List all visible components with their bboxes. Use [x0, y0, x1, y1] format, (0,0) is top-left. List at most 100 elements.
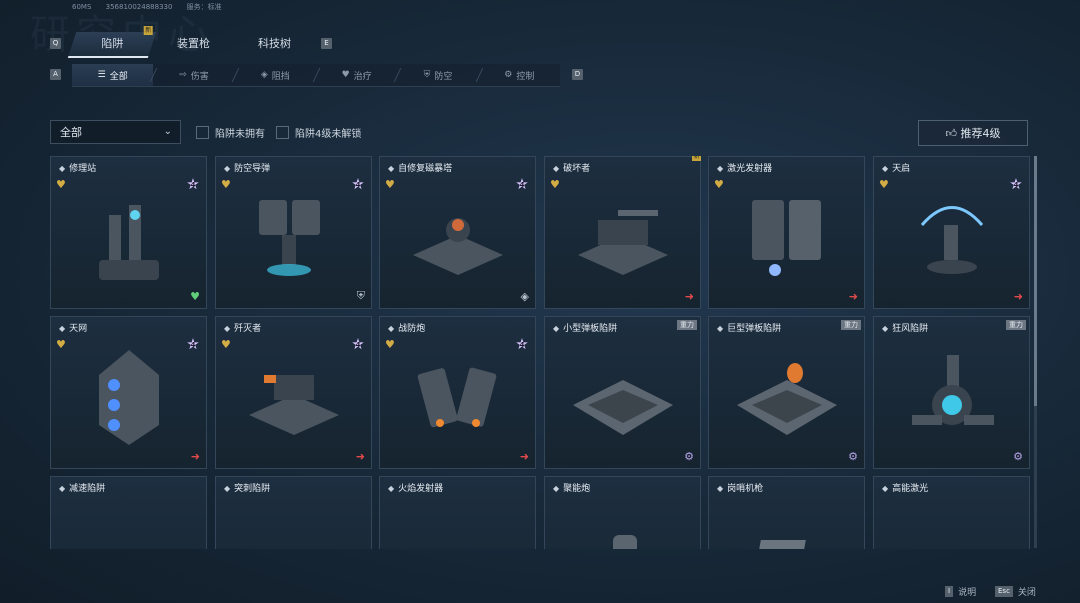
tab-turrets[interactable]: 装置枪	[149, 32, 237, 56]
checkbox-lv4-locked[interactable]: 陷阱4级未解锁	[276, 125, 361, 140]
trap-card[interactable]: ◆ 火焰发射器	[379, 476, 536, 549]
tab-traps[interactable]: 陷阱 新	[67, 26, 157, 58]
trap-type-icon: ◆	[59, 324, 66, 333]
damage-icon: ⇨	[179, 70, 187, 80]
trap-card[interactable]: ◆ 修理站 ♥ ★ 4 ♥	[50, 156, 207, 309]
trap-card[interactable]: ◆ 激光发射器 ♥ ➜	[708, 156, 865, 309]
trap-card[interactable]: ◆ 战防炮 ♥ ★ 4 ➜	[379, 316, 536, 469]
trap-type-icon: ◆	[553, 484, 560, 493]
trap-type-icon: ◆	[882, 484, 889, 493]
trap-illustration	[99, 350, 159, 445]
type-dropdown[interactable]: 全部 ⌄	[50, 120, 181, 144]
dropdown-value: 全部	[60, 126, 82, 139]
category-arrow-icon: ➜	[1013, 290, 1023, 303]
top-info: 60MS 356810024888330 服务：标准	[72, 2, 234, 12]
trap-type-icon: ◆	[224, 484, 231, 493]
trap-illustration	[573, 380, 673, 435]
card-title: ◆ 巨型弹板陷阱	[717, 321, 781, 334]
favorite-heart-icon[interactable]: ♥	[879, 178, 889, 191]
close-label: 关闭	[1017, 588, 1036, 598]
trap-card[interactable]: ◆ 岗哨机枪	[708, 476, 865, 549]
key-hint-a[interactable]: A	[50, 69, 61, 80]
trap-card[interactable]: ◆ 高能激光	[873, 476, 1030, 549]
trap-card[interactable]: ◆ 突刺陷阱	[215, 476, 372, 549]
trap-card[interactable]: ◆ 自修复磁暴塔 ♥ ★ 4 ◈	[379, 156, 536, 309]
close-hint[interactable]: Esc 关闭	[995, 585, 1036, 598]
favorite-heart-icon[interactable]: ♥	[221, 178, 231, 191]
favorite-heart-icon[interactable]: ♥	[221, 338, 231, 351]
checkbox-box[interactable]	[276, 126, 289, 139]
trap-card[interactable]: ◆ 小型弹板陷阱 重力 ⚙	[544, 316, 701, 469]
filter-control[interactable]: ⚙ 控制	[479, 64, 560, 86]
help-hint[interactable]: I 说明	[945, 585, 976, 598]
filter-damage[interactable]: ⇨ 伤害	[153, 64, 234, 86]
card-title: ◆ 防空导弹	[224, 161, 270, 174]
card-title: ◆ 减速陷阱	[59, 481, 105, 494]
trap-type-icon: ◆	[224, 324, 231, 333]
category-heal-icon: ♥	[190, 290, 200, 303]
trap-card[interactable]: ◆ 歼灭者 ♥ ★ 4 ➜	[215, 316, 372, 469]
trap-card[interactable]: ◆ 减速陷阱	[50, 476, 207, 549]
grid-scrollbar[interactable]	[1034, 156, 1037, 548]
favorite-heart-icon[interactable]: ♥	[385, 178, 395, 191]
card-name: 高能激光	[892, 484, 929, 494]
key-hint-d[interactable]: D	[572, 69, 583, 80]
card-title: ◆ 激光发射器	[717, 161, 772, 174]
checkbox-not-owned[interactable]: 陷阱未拥有	[196, 125, 265, 140]
trap-card[interactable]: ◆ 防空导弹 ♥ ★ 4 ⛨	[215, 156, 372, 309]
trap-illustration	[613, 535, 637, 549]
favorite-heart-icon[interactable]: ♥	[56, 178, 66, 191]
favorite-heart-icon[interactable]: ♥	[550, 178, 560, 191]
card-name: 巨型弹板陷阱	[727, 324, 782, 334]
main-tabs: 陷阱 新 装置枪 科技树	[67, 26, 318, 58]
tab-label: 装置枪	[176, 37, 210, 50]
recommend-label: 推荐4级	[960, 127, 1001, 140]
key-hint-esc: Esc	[995, 586, 1013, 597]
new-badge: 新	[692, 156, 701, 161]
category-arrow-icon: ➜	[355, 450, 365, 463]
recommend-lv4-button[interactable]: 👍︎ 推荐4级	[918, 120, 1028, 146]
key-hint-q[interactable]: Q	[50, 38, 61, 49]
trap-type-icon: ◆	[553, 324, 560, 333]
checkbox-box[interactable]	[196, 126, 209, 139]
trap-card[interactable]: ◆ 天启 ♥ ★ 4 ➜	[873, 156, 1030, 309]
scrollbar-thumb[interactable]	[1034, 156, 1037, 406]
trap-type-icon: ◆	[717, 484, 724, 493]
trap-illustration	[413, 218, 503, 275]
trap-type-icon: ◆	[882, 164, 889, 173]
tab-tech-tree[interactable]: 科技树	[230, 32, 318, 56]
trap-card[interactable]: ◆ 天网 ♥ ★ 4 ➜	[50, 316, 207, 469]
trap-illustration	[752, 200, 821, 276]
card-name: 激光发射器	[727, 164, 773, 174]
favorite-heart-icon[interactable]: ♥	[56, 338, 66, 351]
filter-label: 阻挡	[271, 71, 290, 82]
trap-type-icon: ◆	[882, 324, 889, 333]
category-arrow-icon: ➜	[190, 450, 200, 463]
trap-illustration	[69, 505, 189, 549]
trap-card[interactable]: ◆ 狂风陷阱 重力 ⚙	[873, 316, 1030, 469]
favorite-heart-icon[interactable]: ♥	[714, 178, 724, 191]
trap-illustration	[99, 205, 159, 280]
filter-label: 治疗	[353, 71, 372, 82]
category-filter-bar: ☰ 全部 ⇨ 伤害 ◈ 阻挡 ♥ 治疗 ⛨ 防空 ⚙ 控制	[72, 64, 560, 87]
card-title: ◆ 战防炮	[388, 321, 425, 334]
trap-illustration	[578, 210, 668, 275]
card-name: 歼灭者	[234, 324, 262, 334]
category-shield-icon: ◈	[520, 290, 529, 303]
trap-type-icon: ◆	[388, 484, 395, 493]
card-title: ◆ 突刺陷阱	[224, 481, 270, 494]
trap-grid: ◆ 修理站 ♥ ★ 4 ♥ ◆ 防空导弹 ♥ ★ 4 ⛨ ◆ 自修复磁暴塔 ♥ ★ 4 ◈ ◆ 破坏者 ♥ 新 ➜ ◆ 激光发射…	[50, 156, 1030, 549]
filter-heal[interactable]: ♥ 治疗	[316, 64, 397, 86]
favorite-heart-icon[interactable]: ♥	[385, 338, 395, 351]
key-hint-help: I	[945, 586, 954, 597]
trap-illustration	[892, 505, 1012, 549]
card-name: 自修复磁暴塔	[398, 164, 453, 174]
trap-card[interactable]: ◆ 巨型弹板陷阱 重力 ⚙	[708, 316, 865, 469]
filter-all[interactable]: ☰ 全部	[72, 64, 154, 86]
filter-anti-air[interactable]: ⛨ 防空	[397, 64, 478, 86]
trap-card[interactable]: ◆ 破坏者 ♥ 新 ➜	[544, 156, 701, 309]
key-hint-e[interactable]: E	[321, 38, 332, 49]
filter-block[interactable]: ◈ 阻挡	[235, 64, 316, 86]
trap-card[interactable]: ◆ 聚能炮	[544, 476, 701, 549]
category-ctrl-icon: ⚙	[848, 450, 858, 463]
